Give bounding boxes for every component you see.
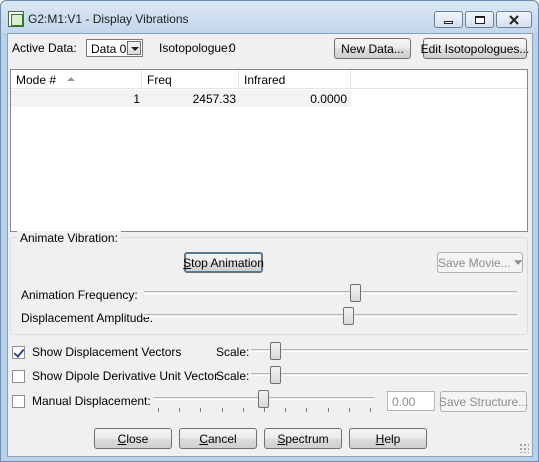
displacement-amplitude-label: Displacement Amplitude: [21,311,154,325]
manual-displacement-value[interactable]: 0.00 [387,391,435,411]
button-label: top Animation [191,255,264,270]
cancel-button[interactable]: Cancel [179,428,257,449]
slider-tick [370,408,371,412]
save-movie-button[interactable]: Save Movie... [437,252,523,273]
column-header-infrared[interactable]: Infrared [239,70,351,89]
close-window-button[interactable] [496,11,532,28]
displacement-scale-thumb[interactable] [270,342,281,360]
slider-tick [179,408,181,412]
display-vibrations-window: G2:M1:V1 - Display Vibrations Active Dat… [0,0,539,462]
displacement-scale-slider[interactable] [251,349,528,352]
button-label: Save Movie... [438,255,511,270]
minimize-icon [444,20,453,24]
cell-infrared: 0.0000 [310,92,347,106]
window-title: G2:M1:V1 - Display Vibrations [28,12,189,26]
displacement-amplitude-slider[interactable] [144,314,517,317]
slider-tick [221,408,223,412]
manual-displacement-thumb[interactable] [258,390,269,408]
cell-freq: 2457.33 [192,92,236,106]
chevron-down-icon [513,259,522,265]
active-data-label: Active Data: [12,41,77,55]
slider-tick [348,408,350,412]
close-button[interactable]: Close [94,428,172,449]
column-label: Freq [147,73,172,87]
mnemonic: C [117,431,127,446]
group-title: Animate Vibration: [17,231,121,245]
save-structure-button[interactable]: Save Structure... [439,391,528,412]
column-label: Infrared [244,73,286,87]
new-data-button[interactable]: New Data... [334,38,411,59]
button-label: pectrum [285,431,329,446]
manual-displacement-checkbox[interactable] [12,395,25,408]
active-data-dropdown[interactable]: Data 0 [86,39,143,57]
vibrations-table[interactable]: Mode # Freq Infrared 1 2457.33 0.0000 [10,69,528,232]
active-data-value: Data 0 [91,42,127,56]
dipole-scale-slider[interactable] [251,373,528,376]
spectrum-button[interactable]: Spectrum [264,428,342,449]
displacement-amplitude-thumb[interactable] [343,307,354,325]
show-dipole-label[interactable]: Show Dipole Derivative Unit Vector [32,369,218,383]
stop-animation-button[interactable]: Stop Animation [183,252,264,273]
mnemonic: S [277,431,286,446]
manual-displacement-label[interactable]: Manual Displacement: [32,394,151,408]
slider-tick [200,408,202,412]
resize-grip-icon[interactable] [519,443,529,453]
animation-frequency-label: Animation Frequency: [21,288,138,302]
show-displacement-label[interactable]: Show Displacement Vectors [32,345,181,359]
maximize-button[interactable] [465,11,494,28]
slider-tick [264,408,265,412]
scale-label: Scale: [216,345,250,359]
minimize-button[interactable] [434,11,463,28]
mnemonic: S [183,255,192,270]
table-row[interactable]: 1 2457.33 0.0000 [11,90,351,107]
gaussview-window-icon[interactable] [8,11,24,27]
button-label: elp [384,431,401,446]
isotopologue-value: 0 [229,41,236,55]
dipole-scale-thumb[interactable] [270,366,281,384]
slider-tick [158,408,159,412]
mnemonic: C [199,431,208,446]
chevron-down-icon[interactable] [127,41,141,55]
edit-isotopologues-button[interactable]: Edit Isotopologues... [421,38,529,59]
show-displacement-checkbox[interactable] [12,346,25,359]
close-icon [509,14,519,25]
button-label: ancel [207,431,237,446]
button-label: lose [126,431,149,446]
sort-ascending-icon [67,77,75,81]
title-bar[interactable]: G2:M1:V1 - Display Vibrations [1,1,538,33]
dialog-body: Active Data: Data 0 Isotopologue: 0 New … [7,33,533,457]
slider-tick [306,408,308,412]
maximize-icon [474,15,485,24]
slider-tick [285,408,287,412]
table-header: Mode # Freq Infrared [11,70,527,89]
animation-frequency-slider[interactable] [144,291,517,294]
isotopologue-label: Isotopologue: [159,41,232,55]
slider-tick [242,408,244,412]
column-header-mode[interactable]: Mode # [11,70,142,89]
cell-mode: 1 [133,92,140,106]
column-label: Mode # [16,73,57,87]
slider-tick [327,408,329,412]
help-button[interactable]: Help [349,428,427,449]
show-dipole-checkbox[interactable] [12,370,25,383]
column-header-freq[interactable]: Freq [142,70,239,89]
scale-label: Scale: [216,369,250,383]
animation-frequency-thumb[interactable] [350,284,361,302]
mnemonic: H [375,431,385,446]
